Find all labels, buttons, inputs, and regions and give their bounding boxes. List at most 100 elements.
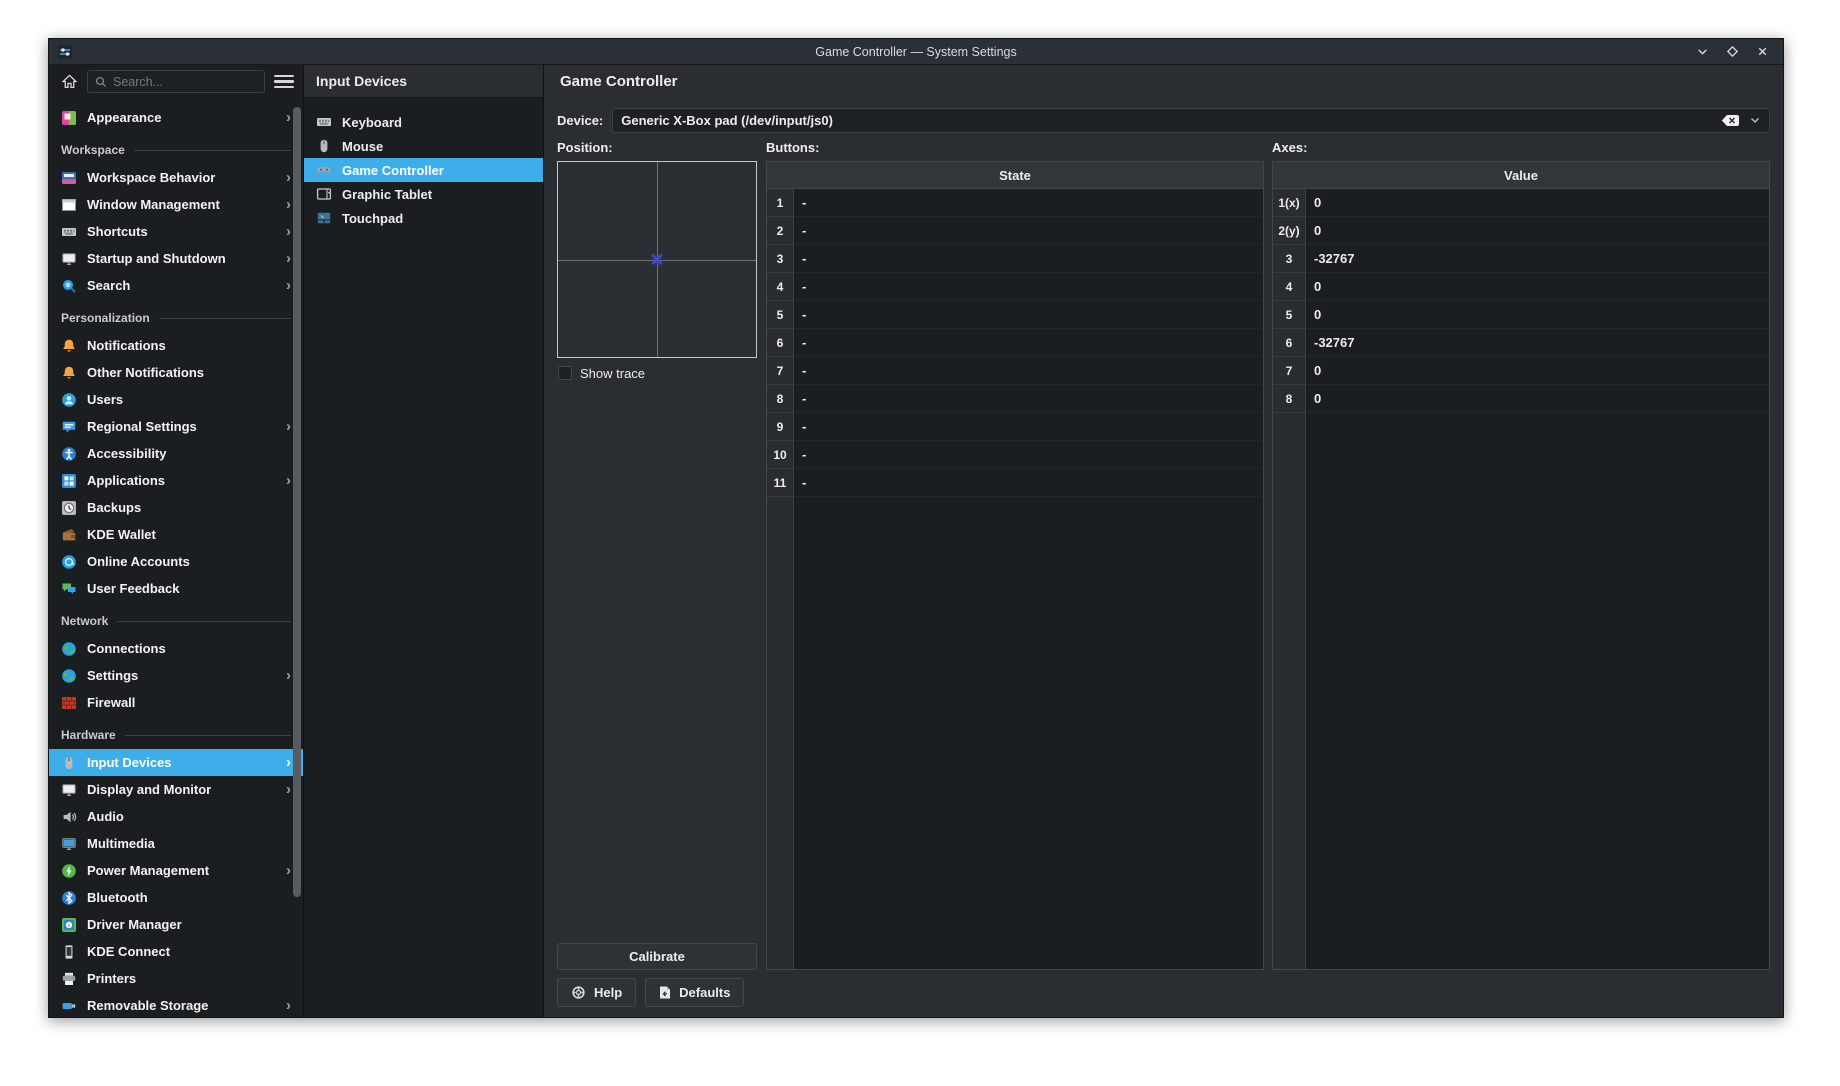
help-button[interactable]: Help [557,978,636,1007]
search-blue-icon [61,278,77,294]
row-value: 0 [1306,189,1769,217]
device-item-touchpad[interactable]: Touchpad [304,206,543,230]
row-value: -32767 [1306,329,1769,357]
monitor-icon [61,251,77,267]
sidebar-item-notifications[interactable]: Notifications [49,332,303,359]
sidebar-scrollbar[interactable] [293,107,301,897]
sidebar-item-input-devices[interactable]: Input Devices› [49,749,303,776]
table-row: 70 [1273,357,1769,385]
system-settings-window: Game Controller — System Settings Search… [48,38,1784,1018]
chevron-right-icon: › [286,110,293,125]
table-row: 2- [767,217,1263,245]
sidebar-item-backups[interactable]: Backups [49,494,303,521]
chevron-right-icon: › [286,278,293,293]
menu-icon[interactable] [274,73,294,91]
chevron-right-icon: › [286,473,293,488]
device-item-game-controller[interactable]: Game Controller [304,158,543,182]
sidebar-item-settings[interactable]: Settings› [49,662,303,689]
row-value: - [794,357,1263,385]
calibrate-button[interactable]: Calibrate [557,943,757,970]
row-value: - [794,301,1263,329]
bluetooth-icon [61,890,77,906]
row-header: 7 [767,357,794,385]
close-icon[interactable] [1755,45,1769,59]
sidebar-item-driver-manager[interactable]: Driver Manager [49,911,303,938]
sidebar-item-user-feedback[interactable]: User Feedback [49,575,303,602]
sidebar-item-workspace-behavior[interactable]: Workspace Behavior› [49,164,303,191]
sidebar-item-label: Search [87,278,130,293]
sidebar-item-online-accounts[interactable]: Online Accounts [49,548,303,575]
sidebar-item-multimedia[interactable]: Multimedia [49,830,303,857]
feedback-icon [61,581,77,597]
sidebar-item-power-management[interactable]: Power Management› [49,857,303,884]
sidebar-item-bluetooth[interactable]: Bluetooth [49,884,303,911]
defaults-icon [659,985,671,1000]
sidebar-item-label: Audio [87,809,124,824]
row-value: 0 [1306,217,1769,245]
appearance-icon [61,110,77,126]
titlebar[interactable]: Game Controller — System Settings [49,39,1783,65]
app-icon [56,43,74,61]
row-value: - [794,245,1263,273]
row-value: - [794,273,1263,301]
chevron-right-icon: › [286,224,293,239]
sidebar-item-window-management[interactable]: Window Management› [49,191,303,218]
help-icon [571,985,586,1000]
row-header: 3 [767,245,794,273]
sidebar-item-printers[interactable]: Printers [49,965,303,992]
keyboard-icon [61,224,77,240]
window-title: Game Controller — System Settings [49,45,1783,59]
mouse-icon [316,138,332,154]
device-item-label: Graphic Tablet [342,187,432,202]
device-item-label: Keyboard [342,115,402,130]
search-icon [95,76,107,88]
sidebar-item-users[interactable]: Users [49,386,303,413]
sidebar-item-other-notifications[interactable]: Other Notifications [49,359,303,386]
sidebar-item-accessibility[interactable]: Accessibility [49,440,303,467]
sidebar-item-connections[interactable]: Connections [49,635,303,662]
sidebar-item-search[interactable]: Search › [49,272,303,299]
driver-icon [61,917,77,933]
sidebar-item-display-and-monitor[interactable]: Display and Monitor› [49,776,303,803]
clock-box-icon [61,500,77,516]
sidebar-item-label: Removable Storage [87,998,208,1013]
sidebar-item-applications[interactable]: Applications› [49,467,303,494]
sidebar-item-startup-and-shutdown[interactable]: Startup and Shutdown› [49,245,303,272]
sidebar-section-header: Network [49,607,303,635]
show-trace-checkbox[interactable] [558,366,572,380]
sidebar-item-kde-wallet[interactable]: KDE Wallet [49,521,303,548]
device-item-graphic-tablet[interactable]: Graphic Tablet [304,182,543,206]
sidebar-item-label: Appearance [87,110,161,125]
row-header: 4 [767,273,794,301]
clear-icon[interactable] [1721,114,1740,127]
axes-table-header: Value [1273,162,1769,189]
multimedia-icon [61,836,77,852]
table-row: 11- [767,469,1263,497]
axes-table: Value 1(x)02(y)03-3276740506-327677080 [1272,161,1770,970]
table-row: 7- [767,357,1263,385]
sidebar-item-shortcuts[interactable]: Shortcuts› [49,218,303,245]
maximize-icon[interactable] [1725,45,1739,59]
axes-label: Axes: [1272,140,1770,161]
gamepad-icon [316,162,332,178]
sidebar-item-appearance[interactable]: Appearance › [49,104,303,131]
sidebar-item-label: Other Notifications [87,365,204,380]
sidebar-item-kde-connect[interactable]: KDE Connect [49,938,303,965]
table-row: 4- [767,273,1263,301]
search-input[interactable]: Search... [87,70,265,93]
home-button[interactable] [58,71,80,93]
sidebar-item-label: Input Devices [87,755,172,770]
sidebar-item-regional-settings[interactable]: Regional Settings› [49,413,303,440]
defaults-button[interactable]: Defaults [645,978,744,1007]
sidebar-item-label: Power Management [87,863,209,878]
device-item-label: Mouse [342,139,383,154]
sidebar-item-audio[interactable]: Audio [49,803,303,830]
position-label: Position: [557,140,757,161]
device-item-keyboard[interactable]: Keyboard [304,110,543,134]
sidebar-item-firewall[interactable]: Firewall [49,689,303,716]
minimize-icon[interactable] [1695,45,1709,59]
row-value: - [794,441,1263,469]
device-item-mouse[interactable]: Mouse [304,134,543,158]
device-combobox[interactable]: Generic X-Box pad (/dev/input/js0) [612,108,1770,133]
sidebar-item-removable-storage[interactable]: Removable Storage› [49,992,303,1017]
